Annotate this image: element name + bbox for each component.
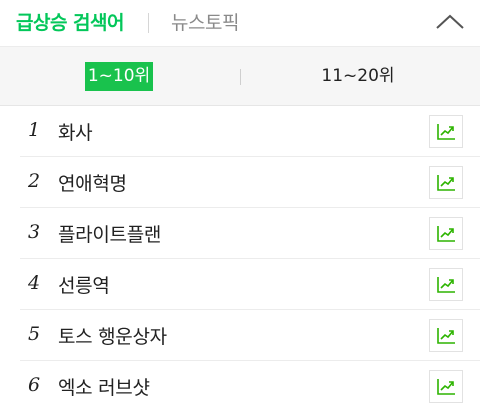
trend-button[interactable] bbox=[429, 370, 463, 403]
keyword-row[interactable]: 5 토스 행운상자 bbox=[20, 310, 480, 361]
keyword-label[interactable]: 선릉역 bbox=[58, 271, 110, 298]
range-11-20-button[interactable]: 11~20위 bbox=[310, 62, 406, 91]
keyword-row[interactable]: 6 엑소 러브샷 bbox=[20, 361, 480, 407]
keyword-label[interactable]: 화사 bbox=[58, 118, 93, 145]
trend-chart-icon bbox=[437, 174, 455, 191]
keyword-label[interactable]: 엑소 러브샷 bbox=[58, 373, 150, 400]
tab-realtime-search[interactable]: 급상승 검색어 bbox=[16, 8, 125, 35]
trend-chart-icon bbox=[437, 225, 455, 242]
keyword-row[interactable]: 1 화사 bbox=[20, 106, 480, 157]
range-1-10-button[interactable]: 1~10위 bbox=[85, 62, 153, 91]
trend-chart-icon bbox=[437, 276, 455, 293]
trend-button[interactable] bbox=[429, 115, 463, 148]
range-divider bbox=[240, 69, 241, 85]
keyword-label[interactable]: 토스 행운상자 bbox=[58, 322, 167, 349]
rank-number: 2 bbox=[28, 170, 41, 192]
trend-button[interactable] bbox=[429, 166, 463, 199]
rank-number: 3 bbox=[28, 221, 41, 243]
keyword-label[interactable]: 연애혁명 bbox=[58, 169, 127, 196]
trend-button[interactable] bbox=[429, 217, 463, 250]
keyword-row[interactable]: 4 선릉역 bbox=[20, 259, 480, 310]
rank-number: 5 bbox=[28, 323, 41, 345]
trend-button[interactable] bbox=[429, 268, 463, 301]
rank-number: 1 bbox=[28, 119, 41, 141]
keyword-list: 1 화사 2 연애혁명 3 플라이트플랜 4 선릉역 5 토스 행운상자 6 엑… bbox=[0, 106, 480, 407]
header: 급상승 검색어 뉴스토픽 bbox=[0, 0, 480, 44]
tab-news-topic[interactable]: 뉴스토픽 bbox=[171, 8, 239, 35]
rank-number: 4 bbox=[28, 272, 41, 294]
trend-button[interactable] bbox=[429, 319, 463, 352]
trend-chart-icon bbox=[437, 378, 455, 395]
trend-chart-icon bbox=[437, 123, 455, 140]
keyword-row[interactable]: 3 플라이트플랜 bbox=[20, 208, 480, 259]
keyword-row[interactable]: 2 연애혁명 bbox=[20, 157, 480, 208]
keyword-label[interactable]: 플라이트플랜 bbox=[58, 220, 161, 247]
collapse-button[interactable] bbox=[433, 8, 467, 34]
chevron-up-icon bbox=[436, 14, 464, 29]
rank-number: 6 bbox=[28, 374, 41, 396]
tab-divider bbox=[148, 13, 149, 33]
range-selector: 1~10위 11~20위 bbox=[0, 46, 480, 106]
trend-chart-icon bbox=[437, 327, 455, 344]
